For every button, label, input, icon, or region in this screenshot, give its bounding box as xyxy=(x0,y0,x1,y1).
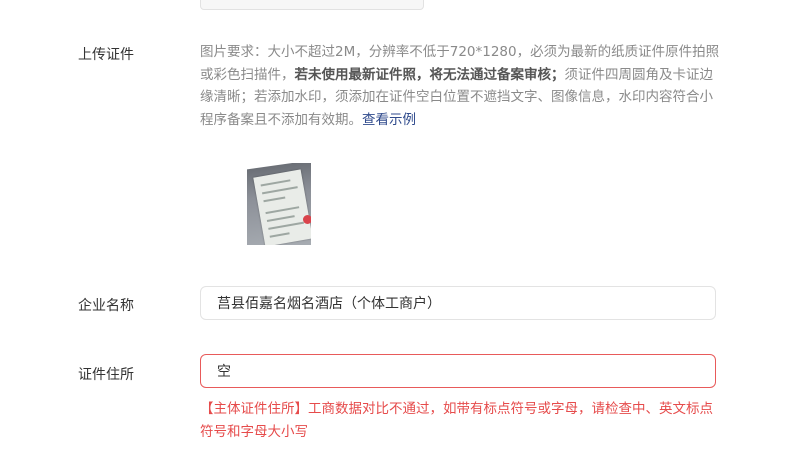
company-name-value: 莒县佰嘉名烟名酒店（个体工商户） xyxy=(217,296,441,312)
certificate-red-stamp xyxy=(303,215,311,224)
address-label: 证件住所 xyxy=(78,367,134,383)
address-error-message: 【主体证件住所】工商数据对比不通过，如带有标点符号或字母，请检查中、英文标点符号… xyxy=(200,401,713,440)
previous-field-input[interactable] xyxy=(200,0,424,10)
company-name-input[interactable]: 莒县佰嘉名烟名酒店（个体工商户） xyxy=(200,286,716,320)
company-name-label: 企业名称 xyxy=(78,298,134,314)
upload-label: 上传证件 xyxy=(78,47,134,63)
view-example-link[interactable]: 查看示例 xyxy=(362,112,416,128)
address-input[interactable]: 空 xyxy=(200,354,716,388)
upload-requirements: 图片要求：大小不超过2M，分辨率不低于720*1280，必须为最新的纸质证件原件… xyxy=(200,41,720,131)
address-value: 空 xyxy=(217,364,231,380)
upload-requirements-warning: 若未使用最新证件照，将无法通过备案审核； xyxy=(294,66,565,83)
uploaded-certificate-thumbnail[interactable] xyxy=(247,163,311,245)
